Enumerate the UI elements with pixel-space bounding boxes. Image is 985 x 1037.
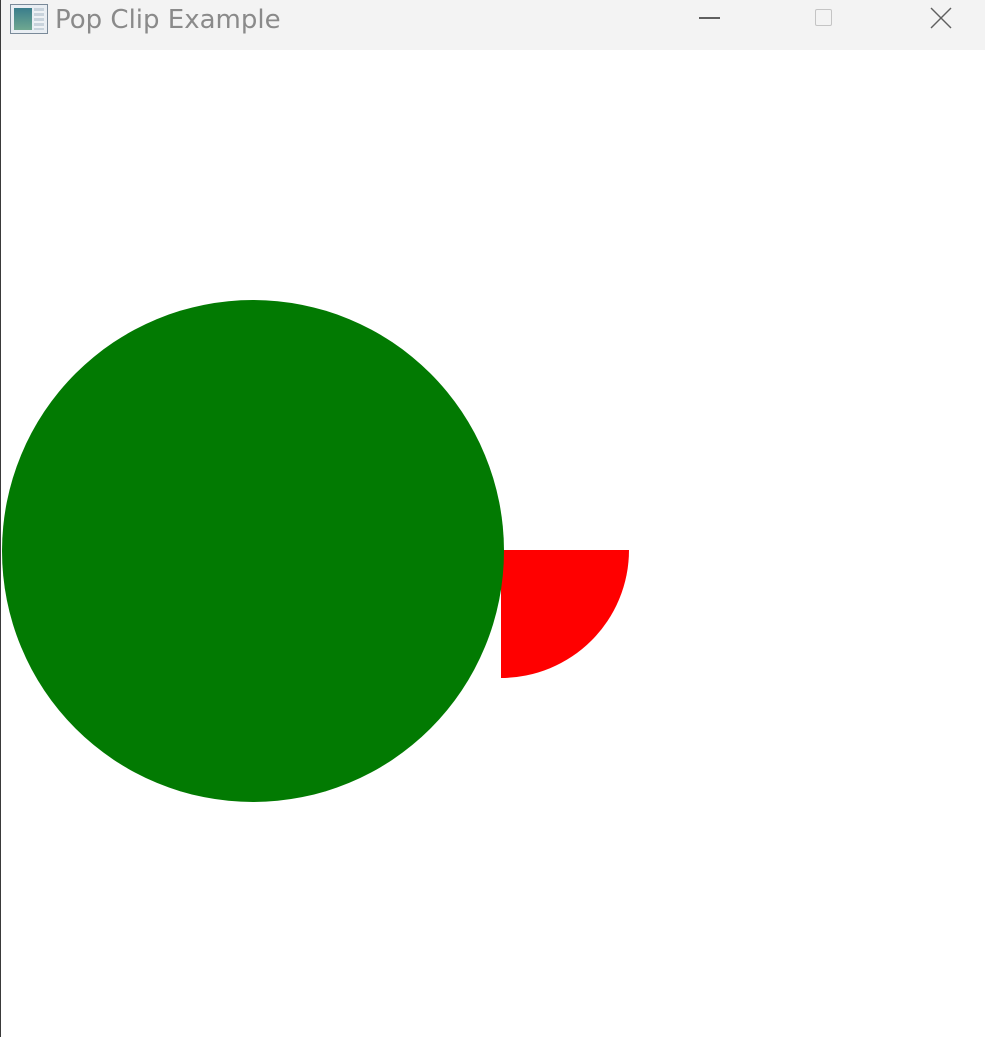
close-icon [930, 7, 952, 29]
app-icon-pane-right [34, 8, 44, 30]
maximize-icon [815, 9, 832, 26]
client-area [1, 50, 985, 1037]
green-circle [2, 300, 504, 802]
title-bar[interactable]: Pop Clip Example [1, 0, 985, 50]
maximize-button[interactable] [767, 0, 883, 40]
drawing-canvas [2, 300, 629, 802]
app-window-icon[interactable] [10, 4, 48, 34]
app-window: Pop Clip Example [0, 0, 985, 1037]
minimize-icon [699, 17, 720, 19]
minimize-button[interactable] [651, 0, 767, 40]
app-icon-pane-left [14, 8, 32, 30]
close-button[interactable] [883, 0, 985, 40]
window-title: Pop Clip Example [55, 5, 281, 35]
red-quarter-circle [501, 550, 629, 678]
